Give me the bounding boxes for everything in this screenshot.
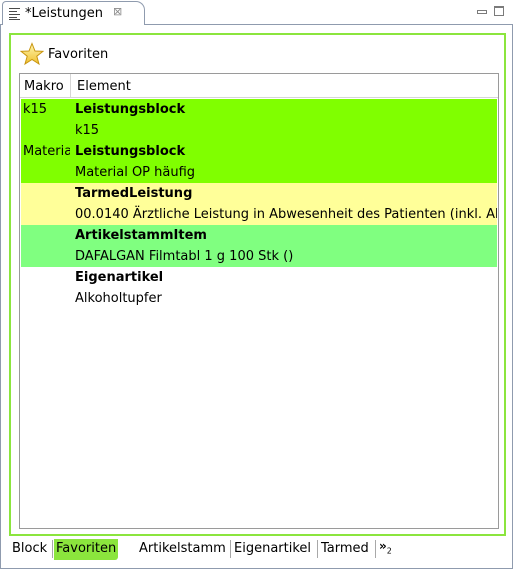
column-header-element[interactable]: Element <box>77 79 131 94</box>
macro-cell <box>21 225 70 267</box>
macro-text: Materia <box>23 144 70 159</box>
table-row[interactable]: k15 Leistungsblock k15 <box>21 99 497 141</box>
view-tab-strip: *Leistungen ⊠ <box>0 0 513 26</box>
tab-separator <box>230 540 231 558</box>
element-cell: ArtikelstammItem DAFALGAN Filmtabl 1 g 1… <box>72 225 497 267</box>
tab-separator <box>317 540 318 558</box>
element-name: k15 <box>75 123 100 138</box>
table-row[interactable]: TarmedLeistung 00.0140 Ärztliche Leistun… <box>21 183 497 225</box>
macro-cell: k15 <box>21 99 70 141</box>
overflow-count: 2 <box>386 546 392 556</box>
minimize-icon[interactable] <box>476 5 488 17</box>
table-header: Makro Element <box>20 74 498 98</box>
tab-tarmed[interactable]: Tarmed <box>319 539 371 560</box>
macro-cell: Materia <box>21 141 70 183</box>
element-type: Leistungsblock <box>75 102 186 117</box>
element-name: Alkoholtupfer <box>75 291 162 306</box>
tab-overflow-chevron-icon[interactable]: »2 <box>379 539 392 555</box>
tab-separator <box>375 540 376 558</box>
macro-text: k15 <box>23 102 48 117</box>
table-row[interactable]: Materia Leistungsblock Material OP häufi… <box>21 141 497 183</box>
table-row[interactable]: ArtikelstammItem DAFALGAN Filmtabl 1 g 1… <box>21 225 497 267</box>
element-cell: Eigenartikel Alkoholtupfer <box>72 267 497 309</box>
star-icon <box>20 42 44 66</box>
element-name: 00.0140 Ärztliche Leistung in Abwesenhei… <box>75 207 497 222</box>
element-name: Material OP häufig <box>75 165 196 180</box>
column-separator[interactable] <box>70 74 71 97</box>
favorites-label: Favoriten <box>48 47 109 62</box>
column-header-makro[interactable]: Makro <box>24 79 64 94</box>
favorites-panel: Favoriten Makro Element k15 Leistungsblo… <box>9 33 506 536</box>
element-cell: Leistungsblock Material OP häufig <box>72 141 497 183</box>
element-type: Leistungsblock <box>75 144 186 159</box>
tab-separator <box>52 540 53 558</box>
tab-artikelstamm[interactable]: Artikelstamm <box>137 539 228 560</box>
element-type: ArtikelstammItem <box>75 228 207 243</box>
element-type: TarmedLeistung <box>75 186 193 201</box>
macro-cell <box>21 267 70 309</box>
close-icon[interactable]: ⊠ <box>113 5 122 18</box>
tab-eigenartikel[interactable]: Eigenartikel <box>232 539 313 560</box>
element-cell: Leistungsblock k15 <box>72 99 497 141</box>
view-tab-leistungen[interactable]: *Leistungen ⊠ <box>2 1 145 26</box>
element-name: DAFALGAN Filmtabl 1 g 100 Stk () <box>75 249 294 264</box>
element-type: Eigenartikel <box>75 270 164 285</box>
macro-cell <box>21 183 70 225</box>
maximize-icon[interactable] <box>493 5 505 17</box>
list-view-icon <box>9 8 20 20</box>
tab-favoriten[interactable]: Favoriten <box>54 539 119 560</box>
overflow-glyph: » <box>379 539 387 553</box>
table-row[interactable]: Eigenartikel Alkoholtupfer <box>21 267 497 309</box>
view-body: Favoriten Makro Element k15 Leistungsblo… <box>0 25 513 569</box>
element-cell: TarmedLeistung 00.0140 Ärztliche Leistun… <box>72 183 497 225</box>
favorites-table[interactable]: Makro Element k15 Leistungsblock k15 Mat… <box>19 73 499 529</box>
view-tab-title: *Leistungen <box>25 6 103 21</box>
tab-block[interactable]: Block <box>10 539 49 560</box>
bottom-tab-bar: Block Favoriten Artikelstamm Eigenartike… <box>0 537 513 561</box>
